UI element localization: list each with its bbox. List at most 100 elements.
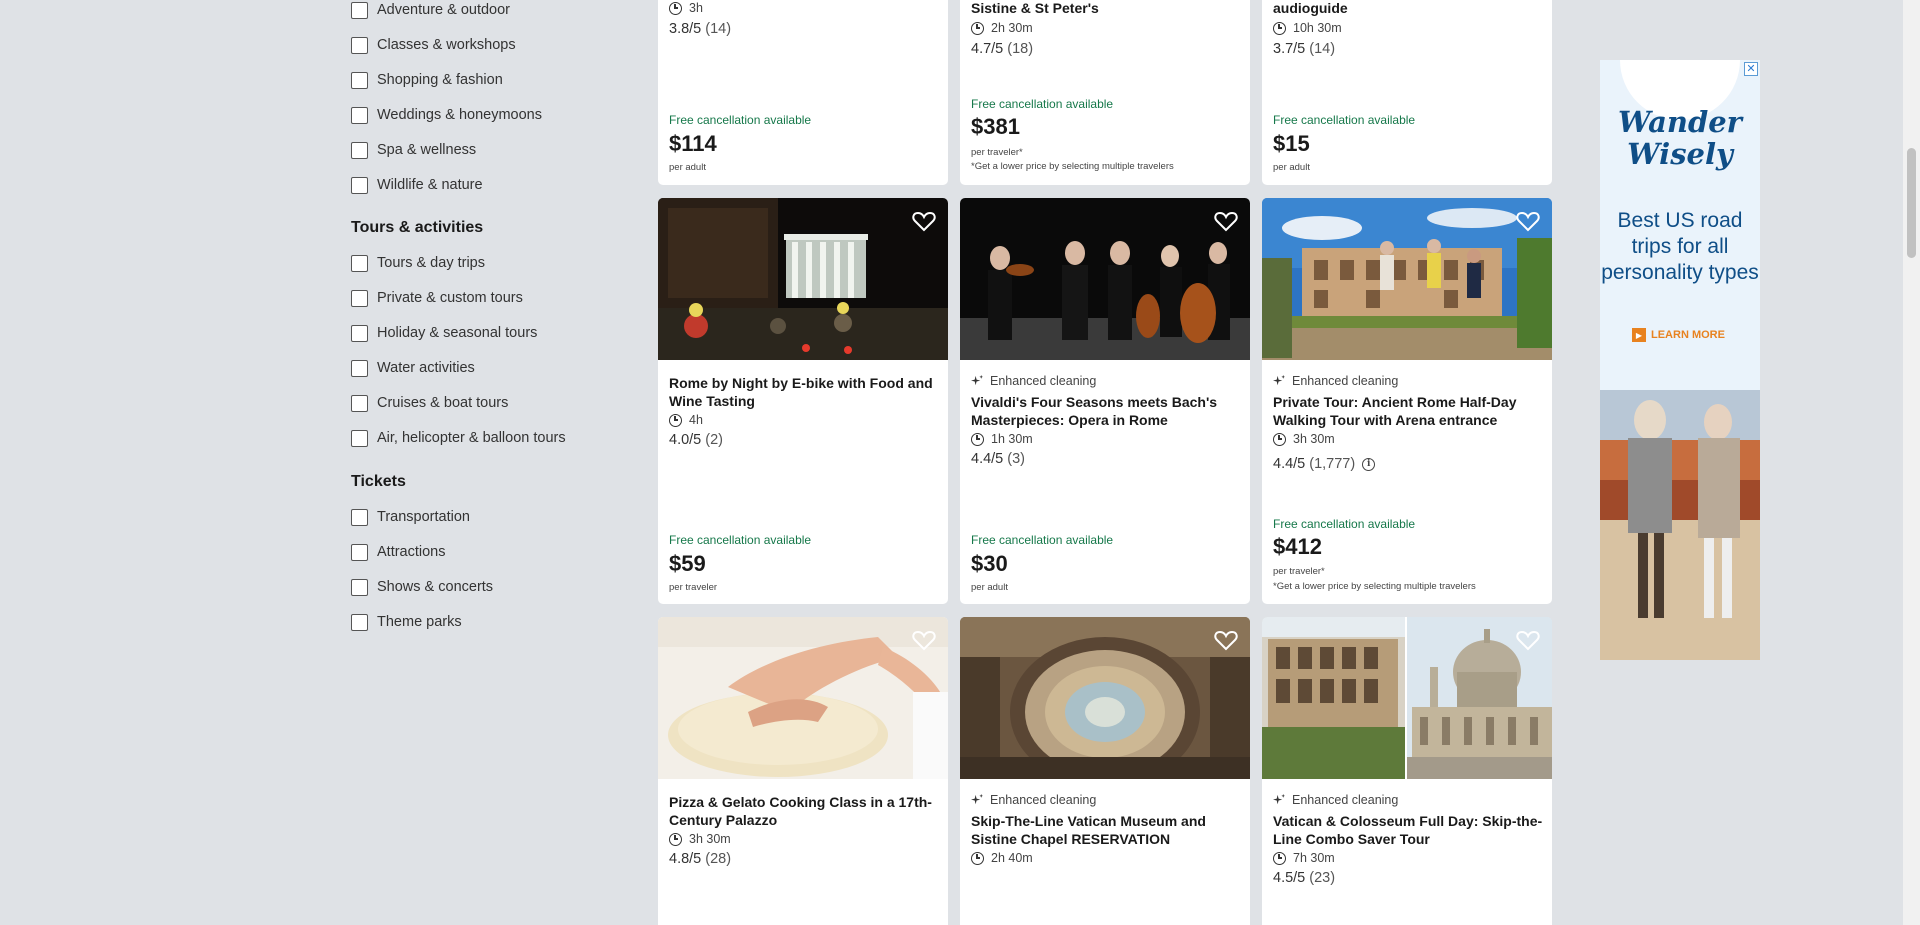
rating: 3.7/5 (14) bbox=[1273, 41, 1336, 57]
product-title[interactable]: Pizza & Gelato Cooking Class in a 17th-C… bbox=[669, 793, 941, 829]
filter-heading-tours: Tours & activities bbox=[351, 219, 484, 236]
product-card[interactable]: Pizza & Gelato Cooking Class in a 17th-C… bbox=[658, 617, 948, 925]
heart-icon[interactable] bbox=[1214, 210, 1238, 232]
filter-label: Classes & workshops bbox=[377, 37, 516, 53]
product-image[interactable] bbox=[960, 617, 1250, 779]
duration: 1h 30m bbox=[971, 432, 1033, 446]
checkbox[interactable] bbox=[351, 141, 368, 159]
filter-label: Transportation bbox=[377, 509, 470, 525]
filter-label: Cruises & boat tours bbox=[377, 395, 509, 411]
checkbox[interactable] bbox=[351, 36, 368, 54]
free-cancellation-label: Free cancellation available bbox=[1273, 517, 1416, 531]
product-title[interactable]: Sistine & St Peter's bbox=[971, 0, 1243, 17]
product-card[interactable]: audioguide 10h 30m 3.7/5 (14) Free cancel… bbox=[1262, 0, 1552, 185]
heart-icon[interactable] bbox=[912, 629, 936, 651]
filter-classes-workshops[interactable]: Classes & workshops bbox=[351, 35, 516, 55]
rating: 4.8/5 (28) bbox=[669, 851, 732, 867]
filter-label: Tours & day trips bbox=[377, 255, 485, 271]
product-title[interactable]: Vatican & Colosseum Full Day: Skip-the-L… bbox=[1273, 812, 1545, 848]
product-image[interactable] bbox=[1262, 198, 1552, 360]
checkbox[interactable] bbox=[351, 508, 368, 526]
filter-theme-parks[interactable]: Theme parks bbox=[351, 612, 462, 632]
filter-air-helicopter-balloon[interactable]: Air, helicopter & balloon tours bbox=[351, 428, 566, 448]
product-card[interactable]: Enhanced cleaning Private Tour: Ancient … bbox=[1262, 198, 1552, 604]
filter-wildlife-nature[interactable]: Wildlife & nature bbox=[351, 175, 483, 195]
duration: 4h bbox=[669, 413, 703, 427]
checkbox[interactable] bbox=[351, 106, 368, 124]
product-title[interactable]: audioguide bbox=[1273, 0, 1545, 17]
product-title[interactable]: Rome by Night by E-bike with Food and Wi… bbox=[669, 374, 941, 410]
filter-tours-day-trips[interactable]: Tours & day trips bbox=[351, 253, 485, 273]
filter-spa-wellness[interactable]: Spa & wellness bbox=[351, 140, 476, 160]
advertisement[interactable]: ✕ Wander Wisely Best US road trips for a… bbox=[1600, 60, 1760, 660]
product-card[interactable]: Enhanced cleaning Vivaldi's Four Seasons… bbox=[960, 198, 1250, 604]
info-icon[interactable]: i bbox=[1362, 457, 1376, 471]
price-note: *Get a lower price by selecting multiple… bbox=[971, 161, 1174, 172]
checkbox[interactable] bbox=[351, 176, 368, 194]
ad-close-icon[interactable]: ✕ bbox=[1744, 62, 1758, 76]
rating: 4.0/5 (2) bbox=[669, 432, 723, 448]
filter-label: Water activities bbox=[377, 360, 475, 376]
free-cancellation-label: Free cancellation available bbox=[669, 533, 812, 547]
filter-adventure-outdoor[interactable]: Adventure & outdoor bbox=[351, 0, 510, 20]
free-cancellation-label: Free cancellation available bbox=[971, 97, 1114, 111]
checkbox[interactable] bbox=[351, 613, 368, 631]
product-title[interactable]: Vivaldi's Four Seasons meets Bach's Mast… bbox=[971, 393, 1243, 429]
heart-icon[interactable] bbox=[912, 210, 936, 232]
sparkle-icon bbox=[1273, 793, 1286, 804]
enhanced-cleaning-badge: Enhanced cleaning bbox=[1273, 374, 1398, 388]
filter-private-custom-tours[interactable]: Private & custom tours bbox=[351, 288, 523, 308]
checkbox[interactable] bbox=[351, 359, 368, 377]
product-image[interactable] bbox=[658, 617, 948, 779]
checkbox[interactable] bbox=[351, 289, 368, 307]
heart-icon[interactable] bbox=[1214, 629, 1238, 651]
filter-label: Spa & wellness bbox=[377, 142, 477, 158]
price-unit: per adult bbox=[1273, 162, 1310, 173]
filter-cruises-boat-tours[interactable]: Cruises & boat tours bbox=[351, 393, 508, 413]
product-image[interactable] bbox=[658, 198, 948, 360]
filter-water-activities[interactable]: Water activities bbox=[351, 358, 475, 378]
filter-shopping-fashion[interactable]: Shopping & fashion bbox=[351, 70, 503, 90]
product-title[interactable]: Private Tour: Ancient Rome Half-Day Walk… bbox=[1273, 393, 1545, 429]
product-card[interactable]: Enhanced cleaning Skip-The-Line Vatican … bbox=[960, 617, 1250, 925]
price: $59 bbox=[669, 551, 706, 576]
price-note: *Get a lower price by selecting multiple… bbox=[1273, 581, 1476, 592]
checkbox[interactable] bbox=[351, 1, 368, 19]
product-image[interactable] bbox=[960, 198, 1250, 360]
heart-icon[interactable] bbox=[1516, 629, 1540, 651]
scrollbar-thumb[interactable] bbox=[1907, 148, 1916, 258]
product-card[interactable]: Enhanced cleaning Vatican & Colosseum Fu… bbox=[1262, 617, 1552, 925]
page-scrollbar[interactable] bbox=[1903, 0, 1920, 925]
product-card[interactable]: 3h 3.8/5 (14) Free cancellation available… bbox=[658, 0, 948, 185]
filter-shows-concerts[interactable]: Shows & concerts bbox=[351, 577, 493, 597]
rating: 4.4/5 (1,777) i bbox=[1273, 456, 1376, 472]
checkbox[interactable] bbox=[351, 394, 368, 412]
filter-weddings-honeymoons[interactable]: Weddings & honeymoons bbox=[351, 105, 542, 125]
filter-label: Wildlife & nature bbox=[377, 177, 483, 193]
filter-heading-tickets: Tickets bbox=[351, 473, 406, 490]
checkbox[interactable] bbox=[351, 543, 368, 561]
checkbox[interactable] bbox=[351, 429, 368, 447]
duration: 7h 30m bbox=[1273, 851, 1335, 865]
product-title[interactable]: Skip-The-Line Vatican Museum and Sistine… bbox=[971, 812, 1243, 848]
checkbox[interactable] bbox=[351, 324, 368, 342]
checkbox[interactable] bbox=[351, 578, 368, 596]
clock-icon bbox=[1273, 21, 1286, 35]
checkbox[interactable] bbox=[351, 71, 368, 89]
enhanced-cleaning-badge: Enhanced cleaning bbox=[971, 793, 1096, 807]
duration: 3h 30m bbox=[1273, 432, 1335, 446]
clock-icon bbox=[971, 21, 984, 35]
product-card[interactable]: Sistine & St Peter's 2h 30m 4.7/5 (18) Fr… bbox=[960, 0, 1250, 185]
product-image[interactable] bbox=[1262, 617, 1552, 779]
filter-label: Air, helicopter & balloon tours bbox=[377, 430, 566, 446]
duration: 2h 30m bbox=[971, 21, 1033, 35]
ad-learn-more-button[interactable]: ▶ LEARN MORE bbox=[1632, 328, 1725, 342]
product-card[interactable]: Rome by Night by E-bike with Food and Wi… bbox=[658, 198, 948, 604]
duration: 2h 40m bbox=[971, 851, 1033, 865]
heart-icon[interactable] bbox=[1516, 210, 1540, 232]
price-unit: per traveler bbox=[669, 582, 718, 593]
checkbox[interactable] bbox=[351, 254, 368, 272]
filter-transportation[interactable]: Transportation bbox=[351, 507, 470, 527]
filter-holiday-seasonal-tours[interactable]: Holiday & seasonal tours bbox=[351, 323, 537, 343]
filter-attractions[interactable]: Attractions bbox=[351, 542, 446, 562]
